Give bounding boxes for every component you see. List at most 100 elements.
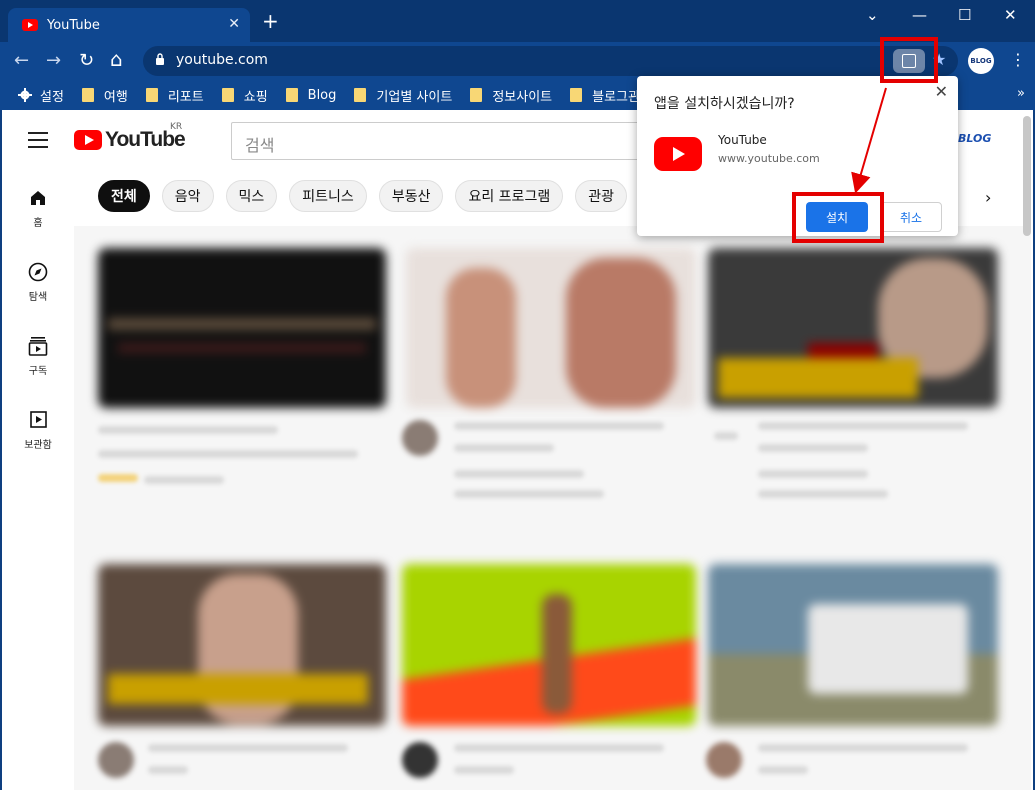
chrome-menu-button[interactable]: ⋮: [1010, 50, 1026, 69]
hamburger-menu-icon[interactable]: [28, 132, 48, 153]
bookmark-label: 정보사이트: [492, 89, 553, 105]
forward-button[interactable]: →: [46, 50, 61, 71]
video-title[interactable]: [758, 766, 808, 774]
chip-real-estate[interactable]: 부동산: [378, 180, 444, 212]
chip-music[interactable]: 음악: [161, 180, 214, 212]
nav-home[interactable]: 홈: [2, 188, 74, 229]
chip-mix[interactable]: 믹스: [225, 180, 278, 212]
video-meta: [454, 490, 604, 498]
nav-label: 구독: [28, 366, 48, 377]
video-title[interactable]: [98, 450, 358, 458]
tab-youtube[interactable]: YouTube ✕: [8, 8, 250, 42]
folder-icon: [221, 88, 234, 102]
nav-subscriptions[interactable]: 구독: [2, 336, 74, 377]
tab-title: YouTube: [47, 17, 100, 33]
bookmarks-overflow-button[interactable]: »: [1017, 86, 1025, 101]
bookmark-label: Blog: [307, 87, 337, 103]
youtube-play-icon: [74, 130, 102, 150]
dialog-title: 앱을 설치하시겠습니까?: [654, 96, 795, 112]
bookmark-folder-shopping[interactable]: 쇼핑: [221, 86, 268, 105]
chips-next-icon[interactable]: ›: [985, 188, 991, 207]
nav-label: 탐색: [28, 292, 48, 303]
nav-library[interactable]: 보관함: [2, 410, 74, 451]
video-thumbnail[interactable]: [98, 248, 386, 408]
video-title[interactable]: [454, 444, 554, 452]
browser-window: YouTube ✕ + ⌄ — ☐ ✕ ← → ↻ ⌂ youtube.com …: [0, 0, 1035, 790]
bookmark-folder-blog-manage[interactable]: 블로그관: [570, 86, 640, 105]
youtube-logo[interactable]: YouTube KR: [74, 122, 186, 152]
address-bar[interactable]: youtube.com: [143, 46, 958, 76]
bookmark-label: 리포트: [167, 89, 204, 105]
region-code: KR: [170, 122, 183, 132]
channel-avatar[interactable]: [706, 742, 742, 778]
channel-avatar[interactable]: [402, 742, 438, 778]
video-title[interactable]: [454, 766, 514, 774]
bookmark-folder-travel[interactable]: 여행: [81, 86, 128, 105]
tab-strip: YouTube ✕ + ⌄ — ☐ ✕: [0, 0, 1035, 42]
folder-icon: [285, 88, 298, 102]
video-meta: [144, 476, 224, 484]
video-title[interactable]: [454, 422, 664, 430]
chip-fitness[interactable]: 피트니스: [289, 180, 367, 212]
chip-tourism[interactable]: 관광: [575, 180, 627, 212]
video-meta: [454, 470, 584, 478]
video-thumbnail[interactable]: [708, 248, 998, 408]
nav-label: 홈: [33, 218, 43, 229]
dialog-close-icon[interactable]: ✕: [935, 82, 948, 101]
maximize-button[interactable]: ☐: [958, 6, 971, 24]
bookmark-folder-info-sites[interactable]: 정보사이트: [470, 86, 552, 105]
folder-icon: [145, 88, 158, 102]
channel-avatar[interactable]: [98, 742, 134, 778]
video-thumbnail[interactable]: [402, 564, 696, 726]
bookmark-settings[interactable]: 설정: [18, 86, 64, 105]
reload-button[interactable]: ↻: [79, 50, 94, 71]
bookmark-label: 기업별 사이트: [376, 89, 453, 105]
home-icon: [31, 191, 45, 205]
chip-all[interactable]: 전체: [98, 180, 150, 212]
new-tab-button[interactable]: +: [262, 11, 279, 31]
back-button[interactable]: ←: [14, 50, 29, 71]
category-chips: 전체 음악 믹스 피트니스 부동산 요리 프로그램 관광: [98, 180, 627, 212]
video-thumbnail[interactable]: [98, 564, 386, 726]
video-grid: [74, 226, 1031, 790]
video-title[interactable]: [758, 744, 968, 752]
video-title[interactable]: [148, 744, 348, 752]
cancel-button[interactable]: 취소: [880, 202, 942, 232]
folder-icon: [354, 88, 367, 102]
nav-explore[interactable]: 탐색: [2, 262, 74, 303]
nav-label: 보관함: [24, 440, 52, 451]
video-title[interactable]: [148, 766, 188, 774]
subscriptions-icon: [28, 337, 48, 356]
account-badge[interactable]: BLOG: [958, 132, 991, 145]
channel-avatar[interactable]: [714, 432, 738, 440]
profile-avatar[interactable]: BLOG: [968, 48, 994, 74]
folder-icon: [470, 88, 483, 102]
video-title[interactable]: [454, 744, 664, 752]
youtube-favicon-icon: [22, 19, 38, 31]
minimize-button[interactable]: —: [912, 6, 927, 24]
url-text: youtube.com: [176, 52, 268, 68]
bookmark-folder-blog[interactable]: Blog: [285, 87, 337, 103]
video-title[interactable]: [758, 444, 868, 452]
video-thumbnail[interactable]: [406, 248, 696, 408]
lock-icon: [156, 53, 164, 65]
home-button[interactable]: ⌂: [110, 47, 123, 71]
video-title[interactable]: [758, 422, 968, 430]
chip-cooking[interactable]: 요리 프로그램: [455, 180, 564, 212]
bookmark-folder-report[interactable]: 리포트: [145, 86, 204, 105]
close-window-button[interactable]: ✕: [1004, 6, 1017, 24]
search-input[interactable]: 검색: [231, 122, 641, 160]
bookmark-folder-company-sites[interactable]: 기업별 사이트: [354, 86, 452, 105]
tab-search-chevron-icon[interactable]: ⌄: [866, 6, 879, 24]
youtube-app-icon: [654, 137, 702, 171]
gear-icon: [18, 88, 32, 102]
channel-avatar[interactable]: [402, 420, 438, 456]
library-icon: [30, 411, 47, 428]
bookmark-label: 여행: [103, 89, 128, 105]
app-name: YouTube: [718, 133, 767, 147]
highlight-install-button-box: [792, 192, 884, 243]
video-thumbnail[interactable]: [708, 564, 998, 726]
page-scrollbar[interactable]: [1023, 116, 1031, 236]
video-title[interactable]: [98, 426, 278, 434]
tab-close-icon[interactable]: ✕: [228, 16, 240, 32]
